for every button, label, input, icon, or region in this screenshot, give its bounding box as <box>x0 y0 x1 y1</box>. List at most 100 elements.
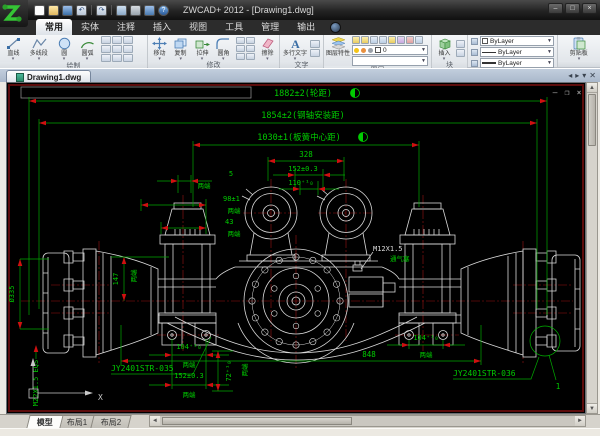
paste-button[interactable]: 剪贴板▾ <box>563 36 595 61</box>
dim-1882: 1882±2(轮距) <box>274 88 332 99</box>
layer-prev-icon[interactable] <box>415 36 423 44</box>
note-vent: 通气塞 <box>390 254 410 263</box>
tab-solid[interactable]: 实体 <box>72 19 108 35</box>
new-icon[interactable] <box>34 5 45 16</box>
tool-icon[interactable] <box>236 37 245 44</box>
drawing-viewport[interactable]: 1882±2(轮距) 1854±2(钢轴安装距) 1030±1(板簧中心距) 3… <box>6 82 586 414</box>
vertical-scrollbar[interactable]: ▲ ▼ <box>586 82 598 414</box>
mdi-minimize-icon[interactable]: – <box>553 88 558 97</box>
print-icon[interactable] <box>130 5 141 16</box>
tool-icon[interactable] <box>310 49 320 57</box>
linetype-dropdown[interactable]: ByLayer ▼ <box>480 47 554 57</box>
tab-list-icon[interactable]: ▾ <box>582 71 586 81</box>
color-dropdown[interactable]: ByLayer ▼ <box>480 36 554 46</box>
line-button[interactable]: 直线▾ <box>1 36 25 62</box>
close-button[interactable]: × <box>582 3 597 14</box>
tab-scroll-right-icon[interactable]: ▸ <box>575 71 579 81</box>
mtext-button[interactable]: A 多行文字▾ <box>281 36 309 61</box>
tool-icon[interactable] <box>246 53 255 60</box>
scroll-down-icon[interactable]: ▼ <box>587 403 597 413</box>
color-control-icon <box>471 38 478 45</box>
layer-properties-button[interactable]: 图层特性 <box>325 36 351 66</box>
redo-icon[interactable]: ↷ <box>96 5 107 16</box>
insert-block-button[interactable]: 插入▾ <box>433 36 455 61</box>
erase-button[interactable]: 擦除▾ <box>257 36 278 61</box>
tool-icon[interactable] <box>101 54 111 62</box>
vertical-scroll-thumb[interactable] <box>588 94 596 146</box>
layer-unlock-icon[interactable] <box>397 36 405 44</box>
copy-button[interactable]: 复制▾ <box>170 36 191 61</box>
tab-manage[interactable]: 管理 <box>252 19 288 35</box>
fillet-button[interactable]: 圆角▾ <box>213 36 234 61</box>
note-both-ends: 两端 <box>228 206 242 215</box>
app-logo[interactable] <box>0 0 28 27</box>
polyline-button[interactable]: 多线段▾ <box>25 36 53 62</box>
publish-icon[interactable] <box>144 5 155 16</box>
tab-output[interactable]: 输出 <box>288 19 324 35</box>
tab-home[interactable]: 常用 <box>36 19 72 35</box>
tool-icon[interactable] <box>101 36 111 44</box>
tool-icon[interactable] <box>123 54 133 62</box>
layer-match-icon[interactable] <box>406 36 414 44</box>
lineweight-dropdown[interactable]: ByLayer ▼ <box>480 58 554 68</box>
tab-close-icon[interactable]: ✕ <box>589 71 596 81</box>
ribbon-options-icon[interactable] <box>330 22 341 33</box>
mdi-window-controls: – ❐ × <box>553 88 582 97</box>
tab-insert[interactable]: 插入 <box>144 19 180 35</box>
window-title: ZWCAD+ 2012 - [Drawing1.dwg] <box>183 5 314 15</box>
tool-icon[interactable] <box>246 37 255 44</box>
layer-lock-icon[interactable] <box>388 36 396 44</box>
tab-tools[interactable]: 工具 <box>216 19 252 35</box>
layer-select-dropdown[interactable]: 0 ▼ <box>352 45 428 55</box>
modify-more-tools <box>236 37 255 60</box>
stretch-button[interactable]: 拉伸▾ <box>191 36 212 61</box>
tool-icon[interactable] <box>236 45 245 52</box>
tool-icon[interactable] <box>112 36 122 44</box>
tool-icon[interactable] <box>310 40 320 48</box>
mdi-close-icon[interactable]: × <box>577 88 582 97</box>
move-button[interactable]: 移动▾ <box>149 36 170 61</box>
tool-icon[interactable] <box>456 49 465 57</box>
tool-icon[interactable] <box>123 45 133 53</box>
tool-icon[interactable] <box>236 53 245 60</box>
maximize-button[interactable]: □ <box>565 3 580 14</box>
tool-icon[interactable] <box>456 40 465 48</box>
tool-icon[interactable] <box>112 45 122 53</box>
tool-icon[interactable] <box>123 36 133 44</box>
scroll-left-icon[interactable]: ◄ <box>150 416 160 426</box>
scroll-right-icon[interactable]: ► <box>575 416 585 426</box>
arc-button[interactable]: 圆弧▾ <box>75 36 99 62</box>
tab-layout2[interactable]: 布局2 <box>91 415 133 428</box>
layer-filter-dropdown[interactable]: ▼ <box>352 56 428 66</box>
tab-model[interactable]: 模型 <box>26 415 63 428</box>
help-icon[interactable]: ? <box>158 5 169 16</box>
preview-icon[interactable] <box>116 5 127 16</box>
layer-on-icon[interactable] <box>352 36 360 44</box>
chevron-down-icon: ▼ <box>421 47 426 53</box>
tool-icon[interactable] <box>101 45 111 53</box>
layer-freeze-icon[interactable] <box>370 36 378 44</box>
mdi-restore-icon[interactable]: ❐ <box>565 88 570 97</box>
current-layer-name: 0 <box>383 47 387 54</box>
open-icon[interactable] <box>48 5 59 16</box>
dim-72: 72⁺¹₀ <box>225 360 233 381</box>
tool-icon[interactable] <box>246 45 255 52</box>
circle-button[interactable]: 圆▾ <box>53 36 75 62</box>
bottom-bar: 模型 布局1 布局2 ◄ ► <box>0 414 600 428</box>
dim-phi335: Ø335 <box>8 286 16 303</box>
save-icon[interactable] <box>62 5 73 16</box>
draw-panel: 直线▾ 多线段▾ 圆▾ 圆弧▾ <box>0 35 148 67</box>
horizontal-scrollbar[interactable]: ◄ ► <box>149 415 586 427</box>
layer-off-icon[interactable] <box>361 36 369 44</box>
tab-view[interactable]: 视图 <box>180 19 216 35</box>
tab-annotate[interactable]: 注释 <box>108 19 144 35</box>
layer-thaw-icon[interactable] <box>379 36 387 44</box>
horizontal-scroll-thumb[interactable] <box>162 417 352 425</box>
circle-icon <box>57 37 72 50</box>
scroll-up-icon[interactable]: ▲ <box>587 83 597 93</box>
minimize-button[interactable]: – <box>548 3 563 14</box>
undo-icon[interactable]: ↶ <box>76 5 87 16</box>
layers-icon <box>331 37 346 50</box>
tab-scroll-left-icon[interactable]: ◂ <box>568 71 572 81</box>
tool-icon[interactable] <box>112 54 122 62</box>
